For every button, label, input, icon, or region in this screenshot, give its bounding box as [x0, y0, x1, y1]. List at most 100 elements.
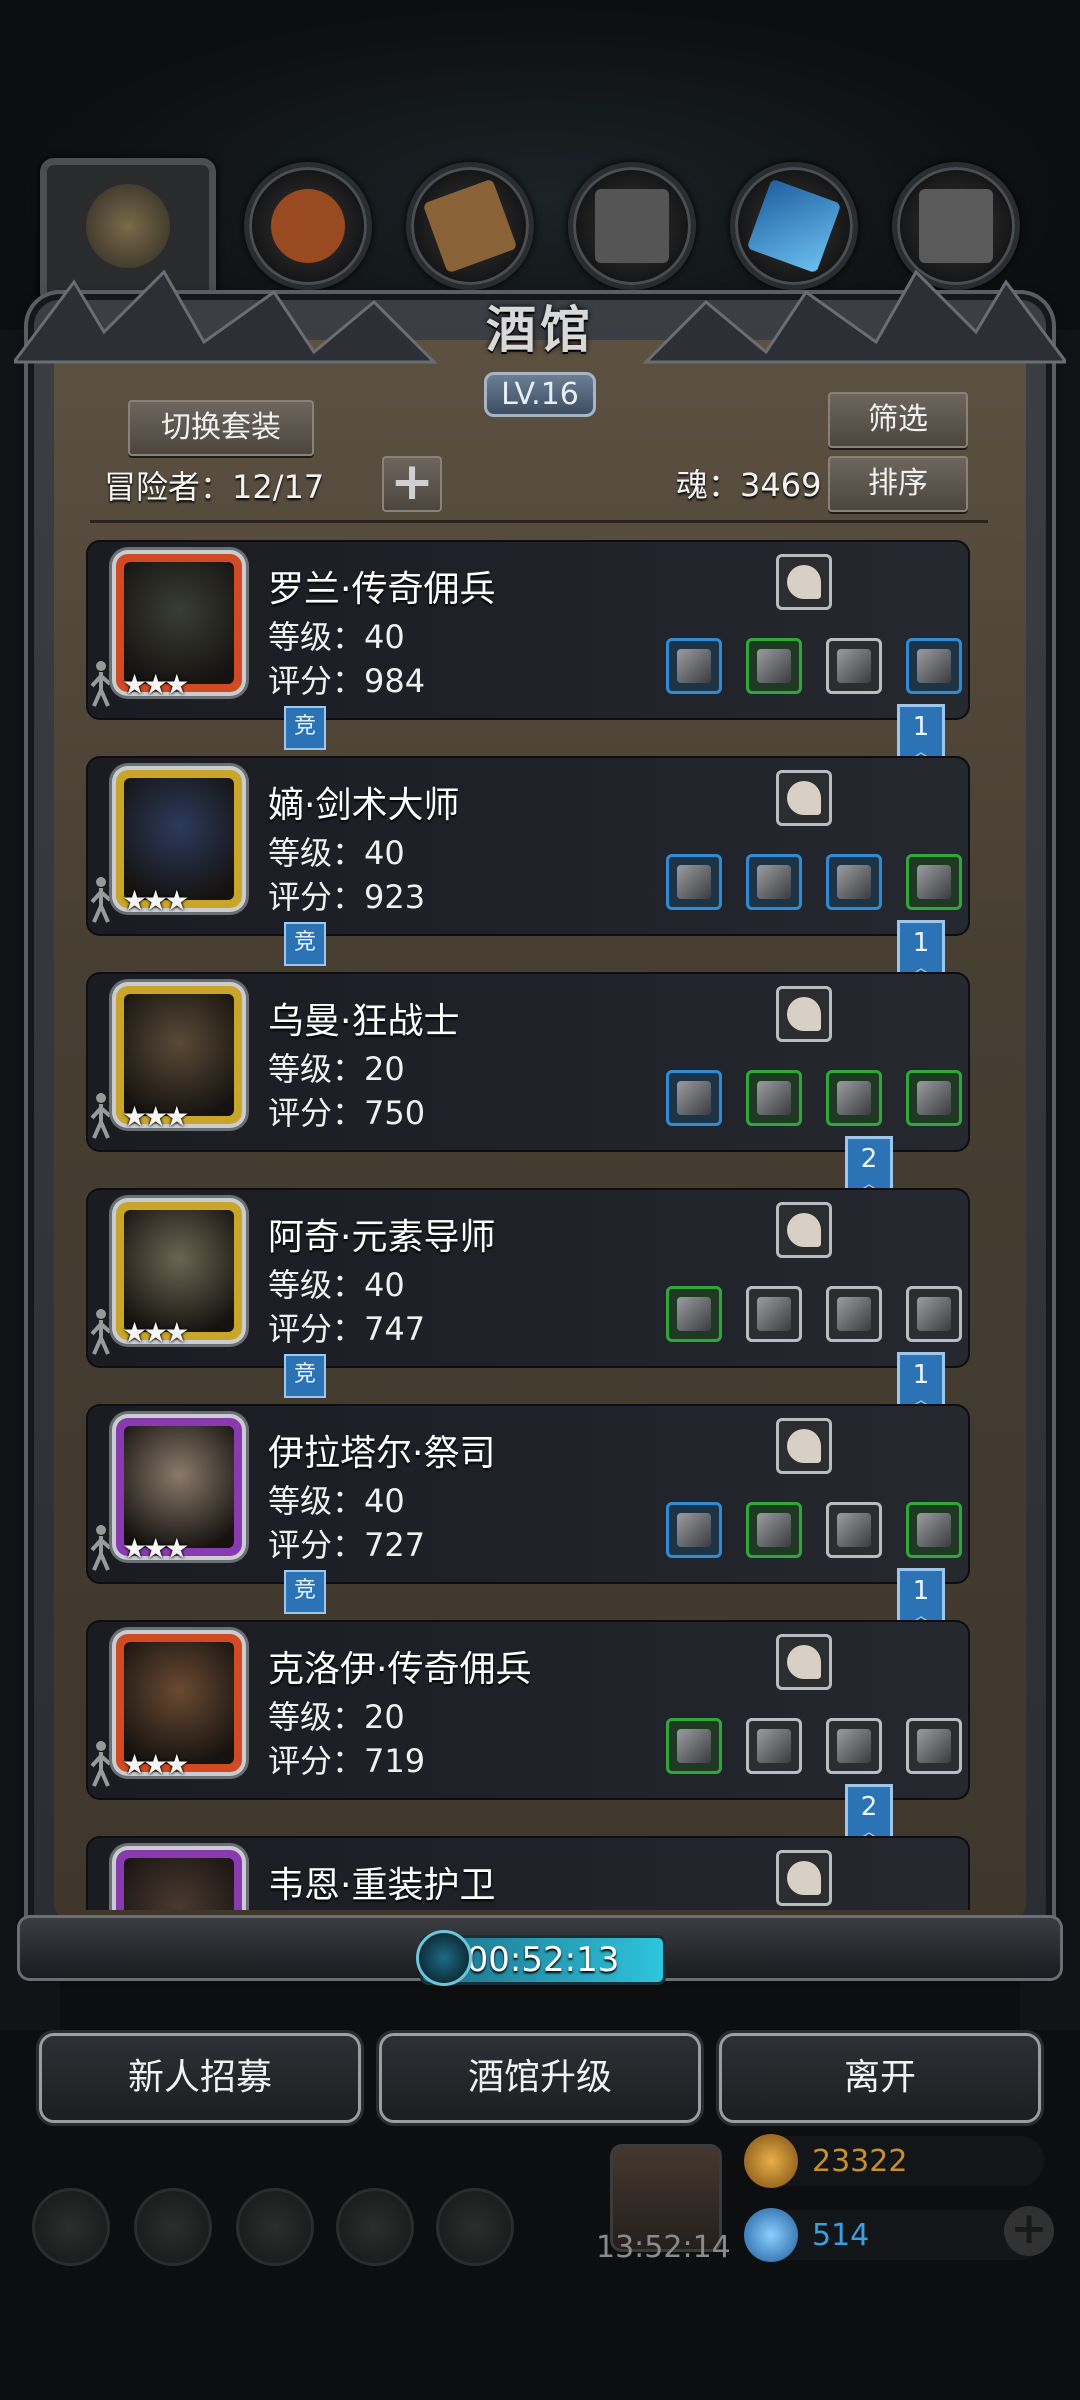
armor-icon[interactable]	[746, 854, 802, 910]
recruit-button[interactable]: 新人招募	[42, 2036, 358, 2120]
bracer-icon[interactable]	[906, 1718, 962, 1774]
beholder-icon	[86, 184, 170, 268]
glove-icon[interactable]	[776, 770, 832, 826]
hero-face	[124, 1210, 234, 1332]
gem-amount: 514	[812, 2218, 870, 2253]
armor-icon[interactable]	[746, 1286, 802, 1342]
add-adventurer-slot-button[interactable]: +	[382, 456, 442, 512]
star-rating: ★★★	[122, 884, 189, 917]
clock-icon	[416, 1930, 472, 1986]
gem-icon	[744, 2208, 798, 2262]
amulet-icon[interactable]	[826, 1070, 882, 1126]
adventurer-count: 冒险者：12/17	[104, 468, 325, 506]
gauntlet-icon[interactable]	[906, 854, 962, 910]
hero-portrait[interactable]	[116, 1850, 242, 1910]
leather-armor-icon[interactable]	[746, 1718, 802, 1774]
staff-icon[interactable]	[666, 1286, 722, 1342]
adventurer-card[interactable]: ★★★ 嫡·剑术大师 等级：40 评分：923	[86, 756, 970, 936]
hero-face	[124, 994, 234, 1116]
hero-name: 阿奇·元素导师	[268, 1217, 496, 1258]
hero-icon[interactable]	[134, 2188, 212, 2266]
glove-icon[interactable]	[776, 986, 832, 1042]
glove-icon[interactable]	[776, 1634, 832, 1690]
hero-score: 评分：984	[268, 662, 426, 700]
tooth-icon[interactable]	[776, 554, 832, 610]
dagger-icon[interactable]	[776, 1418, 832, 1474]
walking-figure-icon	[90, 660, 112, 708]
gauntlet-icon[interactable]	[826, 638, 882, 694]
leave-button[interactable]: 离开	[722, 2036, 1038, 2120]
hero-name: 乌曼·狂战士	[268, 1001, 460, 1042]
hero-face	[124, 1426, 234, 1548]
filter-button[interactable]: 筛选	[828, 392, 968, 448]
sort-button[interactable]: 排序	[828, 456, 968, 512]
hero-name: 嫡·剑术大师	[268, 785, 460, 826]
armor-icon[interactable]	[746, 1070, 802, 1126]
map-icon[interactable]	[436, 2188, 514, 2266]
mail-icon[interactable]	[336, 2188, 414, 2266]
settings-icon[interactable]	[32, 2188, 110, 2266]
compete-badge: 竞	[284, 922, 326, 966]
hero-face	[124, 1642, 234, 1764]
gem-icon[interactable]	[776, 1202, 832, 1258]
adventurer-list[interactable]: ★★★ 罗兰·传奇佣兵 等级：40 评分：984 竞 1 ★★★ 嫡·剑术大师 等级：40 评分：…	[54, 530, 1026, 1910]
chest-armor-icon[interactable]	[826, 1502, 882, 1558]
iron-ingot-icon	[595, 189, 669, 263]
hero-score: 评分：727	[268, 1526, 426, 1564]
hero-name: 罗兰·传奇佣兵	[268, 569, 496, 610]
adventurer-card[interactable]: ★★★ 伊拉塔尔·祭司 等级：40 评分：727	[86, 1404, 970, 1584]
chest-armor-icon[interactable]	[826, 1286, 882, 1342]
adventurer-card[interactable]: ★★★ 乌曼·狂战士 等级：20 评分：750	[86, 972, 970, 1152]
hero-level: 等级：40	[268, 618, 405, 656]
compete-badge: 竞	[284, 706, 326, 750]
armor-menu-icon[interactable]	[236, 2188, 314, 2266]
hero-name: 克洛伊·传奇佣兵	[268, 1649, 532, 1690]
axe-icon[interactable]	[666, 1070, 722, 1126]
hero-face	[124, 1858, 234, 1910]
leather-icon	[271, 189, 345, 263]
adventurer-card[interactable]: 韦恩·重装护卫	[86, 1836, 970, 1910]
armor-icon[interactable]	[746, 638, 802, 694]
sword-icon[interactable]	[666, 854, 722, 910]
ring-icon[interactable]	[906, 1070, 962, 1126]
hero-face	[124, 562, 234, 684]
amulet-icon[interactable]	[826, 1718, 882, 1774]
chest-armor-icon[interactable]	[906, 1502, 962, 1558]
walking-figure-icon	[90, 1092, 112, 1140]
upgrade-tavern-button[interactable]: 酒馆升级	[382, 2036, 698, 2120]
steel-ingot-icon	[919, 189, 993, 263]
adventurer-card[interactable]: ★★★ 阿奇·元素导师 等级：40 评分：747	[86, 1188, 970, 1368]
amulet-icon[interactable]	[906, 638, 962, 694]
adventurer-card[interactable]: ★★★ 罗兰·传奇佣兵 等级：40 评分：984	[86, 540, 970, 720]
page-title: 酒馆	[486, 300, 594, 359]
crystal-icon[interactable]	[776, 1850, 832, 1906]
scythe-icon[interactable]	[666, 1718, 722, 1774]
ring-icon[interactable]	[826, 854, 882, 910]
wood-plank-icon	[422, 178, 518, 274]
star-rating: ★★★	[122, 1748, 189, 1781]
hero-name: 伊拉塔尔·祭司	[268, 1433, 496, 1474]
walking-figure-icon	[90, 1308, 112, 1356]
hero-level: 等级：20	[268, 1050, 405, 1088]
title-plate: 酒馆 LV.16	[440, 290, 640, 420]
adventurer-card[interactable]: ★★★ 克洛伊·传奇佣兵 等级：20 评分：719	[86, 1620, 970, 1800]
crystal-icon	[746, 178, 842, 274]
soul-count: 魂：3469	[676, 466, 822, 504]
hero-score: 评分：750	[268, 1094, 426, 1132]
hammer-icon[interactable]	[666, 1502, 722, 1558]
scythe-icon[interactable]	[666, 638, 722, 694]
hero-level: 等级：40	[268, 1482, 405, 1520]
walking-figure-icon	[90, 876, 112, 924]
hero-score: 评分：747	[268, 1310, 426, 1348]
hero-face	[124, 778, 234, 900]
switch-set-button[interactable]: 切换套装	[128, 400, 314, 456]
gauntlet-icon[interactable]	[906, 1286, 962, 1342]
gold-icon	[744, 2134, 798, 2188]
hero-level: 等级：40	[268, 1266, 405, 1304]
hero-name: 韦恩·重装护卫	[268, 1865, 496, 1906]
armor-icon[interactable]	[746, 1502, 802, 1558]
gold-amount: 23322	[812, 2144, 908, 2179]
add-currency-button[interactable]: +	[1004, 2206, 1054, 2256]
compete-badge: 竞	[284, 1354, 326, 1398]
star-rating: ★★★	[122, 1532, 189, 1565]
